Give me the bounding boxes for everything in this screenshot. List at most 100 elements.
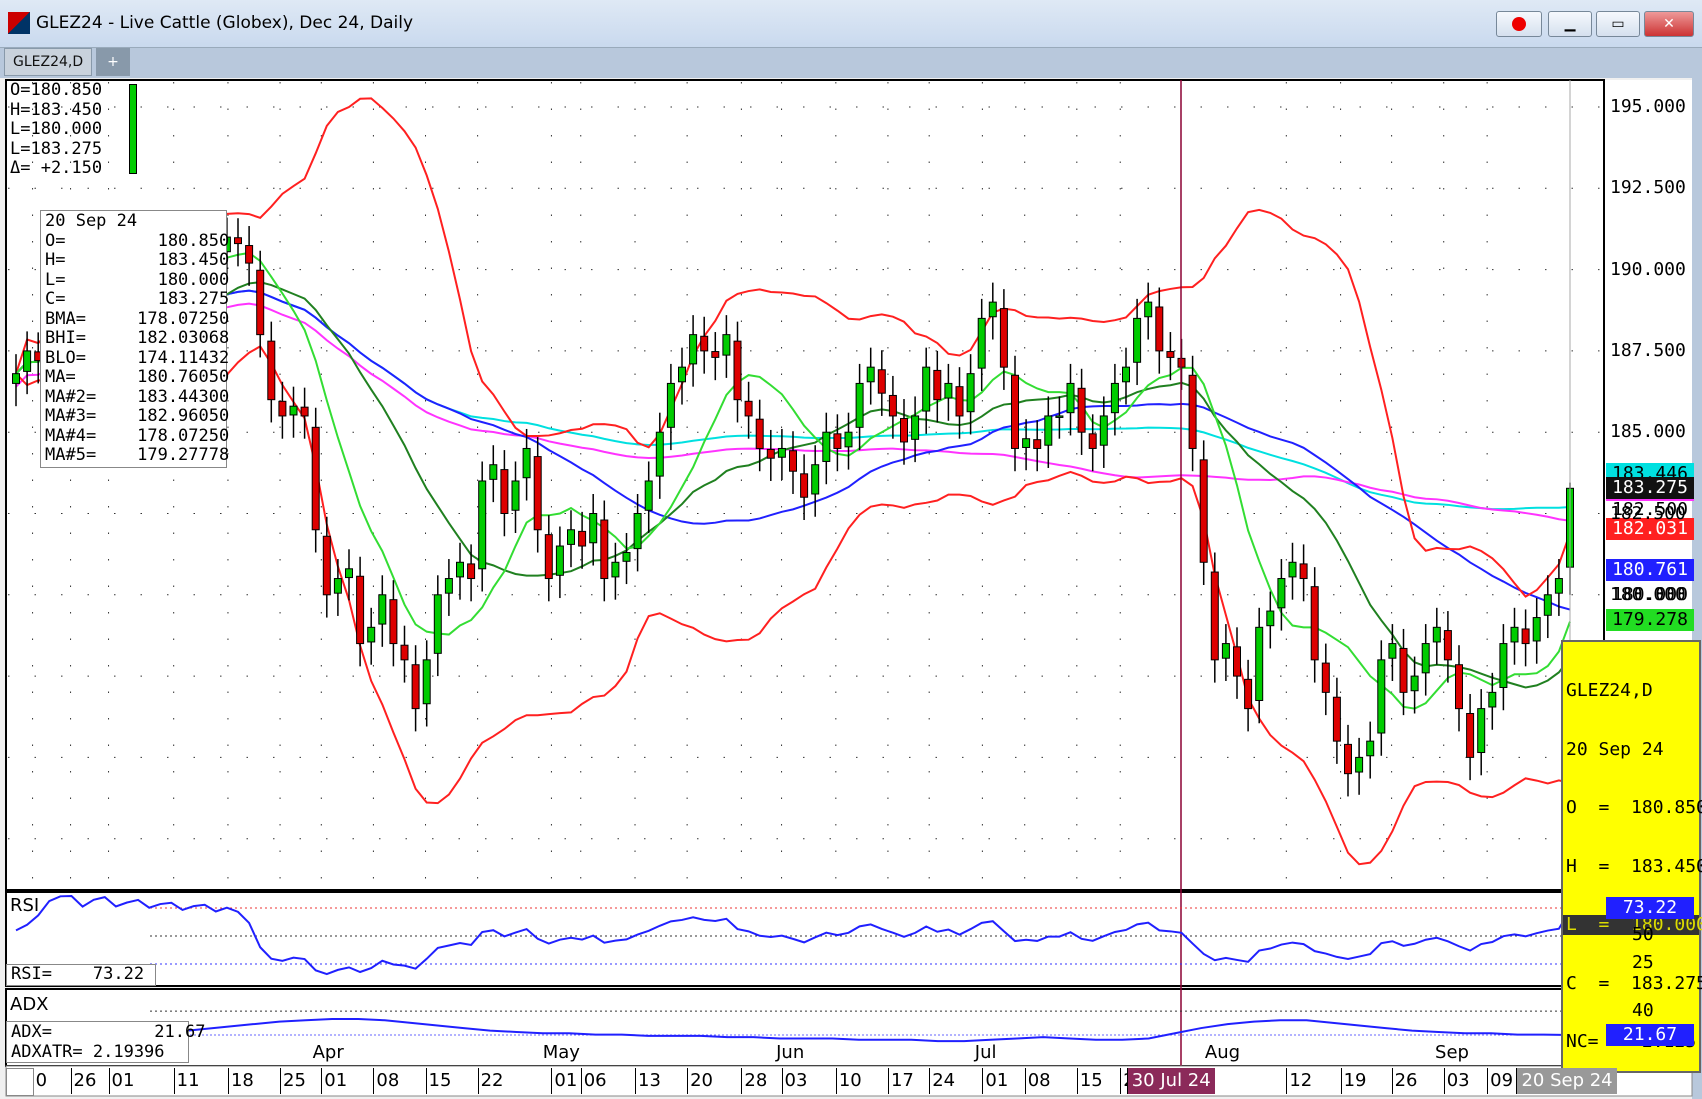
candle-body xyxy=(555,545,564,576)
candle-body xyxy=(700,335,709,352)
candle-body xyxy=(389,599,398,645)
price-axis-label: 182.500 xyxy=(1610,502,1686,524)
candle-body xyxy=(900,418,908,443)
candle-body xyxy=(1410,675,1419,692)
candle-body xyxy=(1011,374,1019,449)
candle-body xyxy=(800,473,809,498)
data-date: 20 Sep 24 xyxy=(45,211,138,231)
candle-body xyxy=(633,513,642,550)
candle-body xyxy=(289,405,298,416)
date-label: 01 xyxy=(551,1068,577,1094)
candle-body xyxy=(1399,647,1408,693)
data-row: H= 183.450 xyxy=(45,250,230,270)
data-row: MA#5= 179.27778 xyxy=(45,445,230,465)
price-axis-label: 187.500 xyxy=(1610,339,1686,361)
candle-body xyxy=(1443,630,1452,661)
candle-body xyxy=(966,373,975,413)
rsi-readout: RSI= 73.22 xyxy=(6,964,156,986)
candle-body xyxy=(456,561,464,578)
candle-body xyxy=(922,366,931,412)
candle-body xyxy=(877,369,886,394)
candle-body xyxy=(1244,678,1253,710)
date-label: 11 xyxy=(173,1068,200,1094)
candle-body xyxy=(300,406,309,417)
price-axis-label: 195.000 xyxy=(1610,96,1686,117)
data-row: MA= 180.76050 xyxy=(45,367,230,387)
candle-body xyxy=(1288,561,1297,578)
candle-body xyxy=(1122,366,1130,383)
data-row: C= 183.275 xyxy=(45,289,230,309)
candle-body xyxy=(1022,438,1031,448)
candle-body xyxy=(1110,382,1119,414)
candle-body xyxy=(1255,626,1264,701)
date-label: 28 xyxy=(741,1068,767,1094)
data-row: BLO= 174.11432 xyxy=(45,347,230,368)
date-label: 03 xyxy=(781,1068,807,1094)
date-label: 24 xyxy=(929,1068,955,1094)
candle-body xyxy=(766,448,775,459)
candle-body xyxy=(467,563,476,580)
tooltip: GLEZ24,D 20 Sep 24 O = 180.850 H = 183.4… xyxy=(1561,640,1702,1073)
candle-body xyxy=(1077,387,1086,433)
candle-body xyxy=(811,464,820,495)
candle-body xyxy=(1155,306,1164,352)
date-label: 01 xyxy=(321,1068,347,1094)
adx-readout: ADX= 21.67 ADXATR= 2.19396 xyxy=(6,1021,205,1063)
candle-body xyxy=(522,447,531,479)
date-label: 13 xyxy=(635,1068,661,1094)
rsi-panel xyxy=(5,891,1605,987)
tooltip-high: H = 183.450 xyxy=(1566,855,1702,877)
date-label: 18 xyxy=(227,1068,254,1094)
candle-body xyxy=(600,519,609,580)
date-label: 26 xyxy=(1391,1068,1418,1094)
date-cursor-label: 20 Sep 24 xyxy=(1516,1068,1617,1094)
candle-body xyxy=(777,447,786,458)
date-label: 10 xyxy=(835,1068,862,1094)
candle-body xyxy=(933,369,942,401)
price-tag: 183.275 xyxy=(1606,477,1694,499)
tooltip-date: 20 Sep 24 xyxy=(1566,738,1664,760)
date-label: 19 xyxy=(1340,1068,1366,1094)
candle-body xyxy=(1088,433,1097,449)
date-label: 01 xyxy=(108,1068,134,1094)
candle-body xyxy=(589,513,598,544)
date-cursor-label: 30 Jul 24 xyxy=(1126,1068,1215,1094)
candle-body xyxy=(1044,415,1053,446)
candle-body xyxy=(1033,439,1042,449)
candle-body xyxy=(711,351,720,358)
candle-body xyxy=(1488,691,1497,708)
candle-body xyxy=(911,415,920,440)
corner-box[interactable] xyxy=(6,1068,34,1096)
month-label: Sep xyxy=(1435,1042,1469,1063)
candle-body xyxy=(1554,578,1563,594)
date-label: 17 xyxy=(887,1068,914,1094)
data-row: O= 180.850 xyxy=(45,230,230,251)
chart[interactable] xyxy=(0,0,1702,1099)
candle-body xyxy=(722,334,731,356)
candle-body xyxy=(999,308,1008,368)
adx-axis-40: 40 xyxy=(1632,1000,1654,1021)
candle-body xyxy=(855,382,864,428)
date-label: 09 xyxy=(1487,1068,1513,1094)
candle-body xyxy=(689,334,698,365)
candle-body xyxy=(1166,351,1175,358)
candle-body xyxy=(1299,563,1308,580)
data-row: MA#4= 178.07250 xyxy=(45,425,230,446)
tooltip-close: C = 183.275 xyxy=(1566,972,1702,994)
candle-body xyxy=(245,245,254,264)
date-label: 26 xyxy=(70,1068,96,1094)
candle-body xyxy=(478,480,487,570)
candle-body xyxy=(322,535,331,596)
candle-body xyxy=(1466,712,1475,758)
candle-body xyxy=(367,626,376,643)
month-label: Aug xyxy=(1204,1042,1241,1063)
candle-body xyxy=(1199,459,1208,563)
candle-body xyxy=(433,594,442,654)
candle-body xyxy=(1210,571,1219,661)
candle-body xyxy=(500,469,509,514)
month-label: Jul xyxy=(974,1042,997,1063)
candle-body xyxy=(12,373,20,384)
header-change: Δ= +2.150 xyxy=(10,158,103,178)
candle-body xyxy=(333,578,342,594)
price-axis-label: 180.000 xyxy=(1610,583,1686,605)
